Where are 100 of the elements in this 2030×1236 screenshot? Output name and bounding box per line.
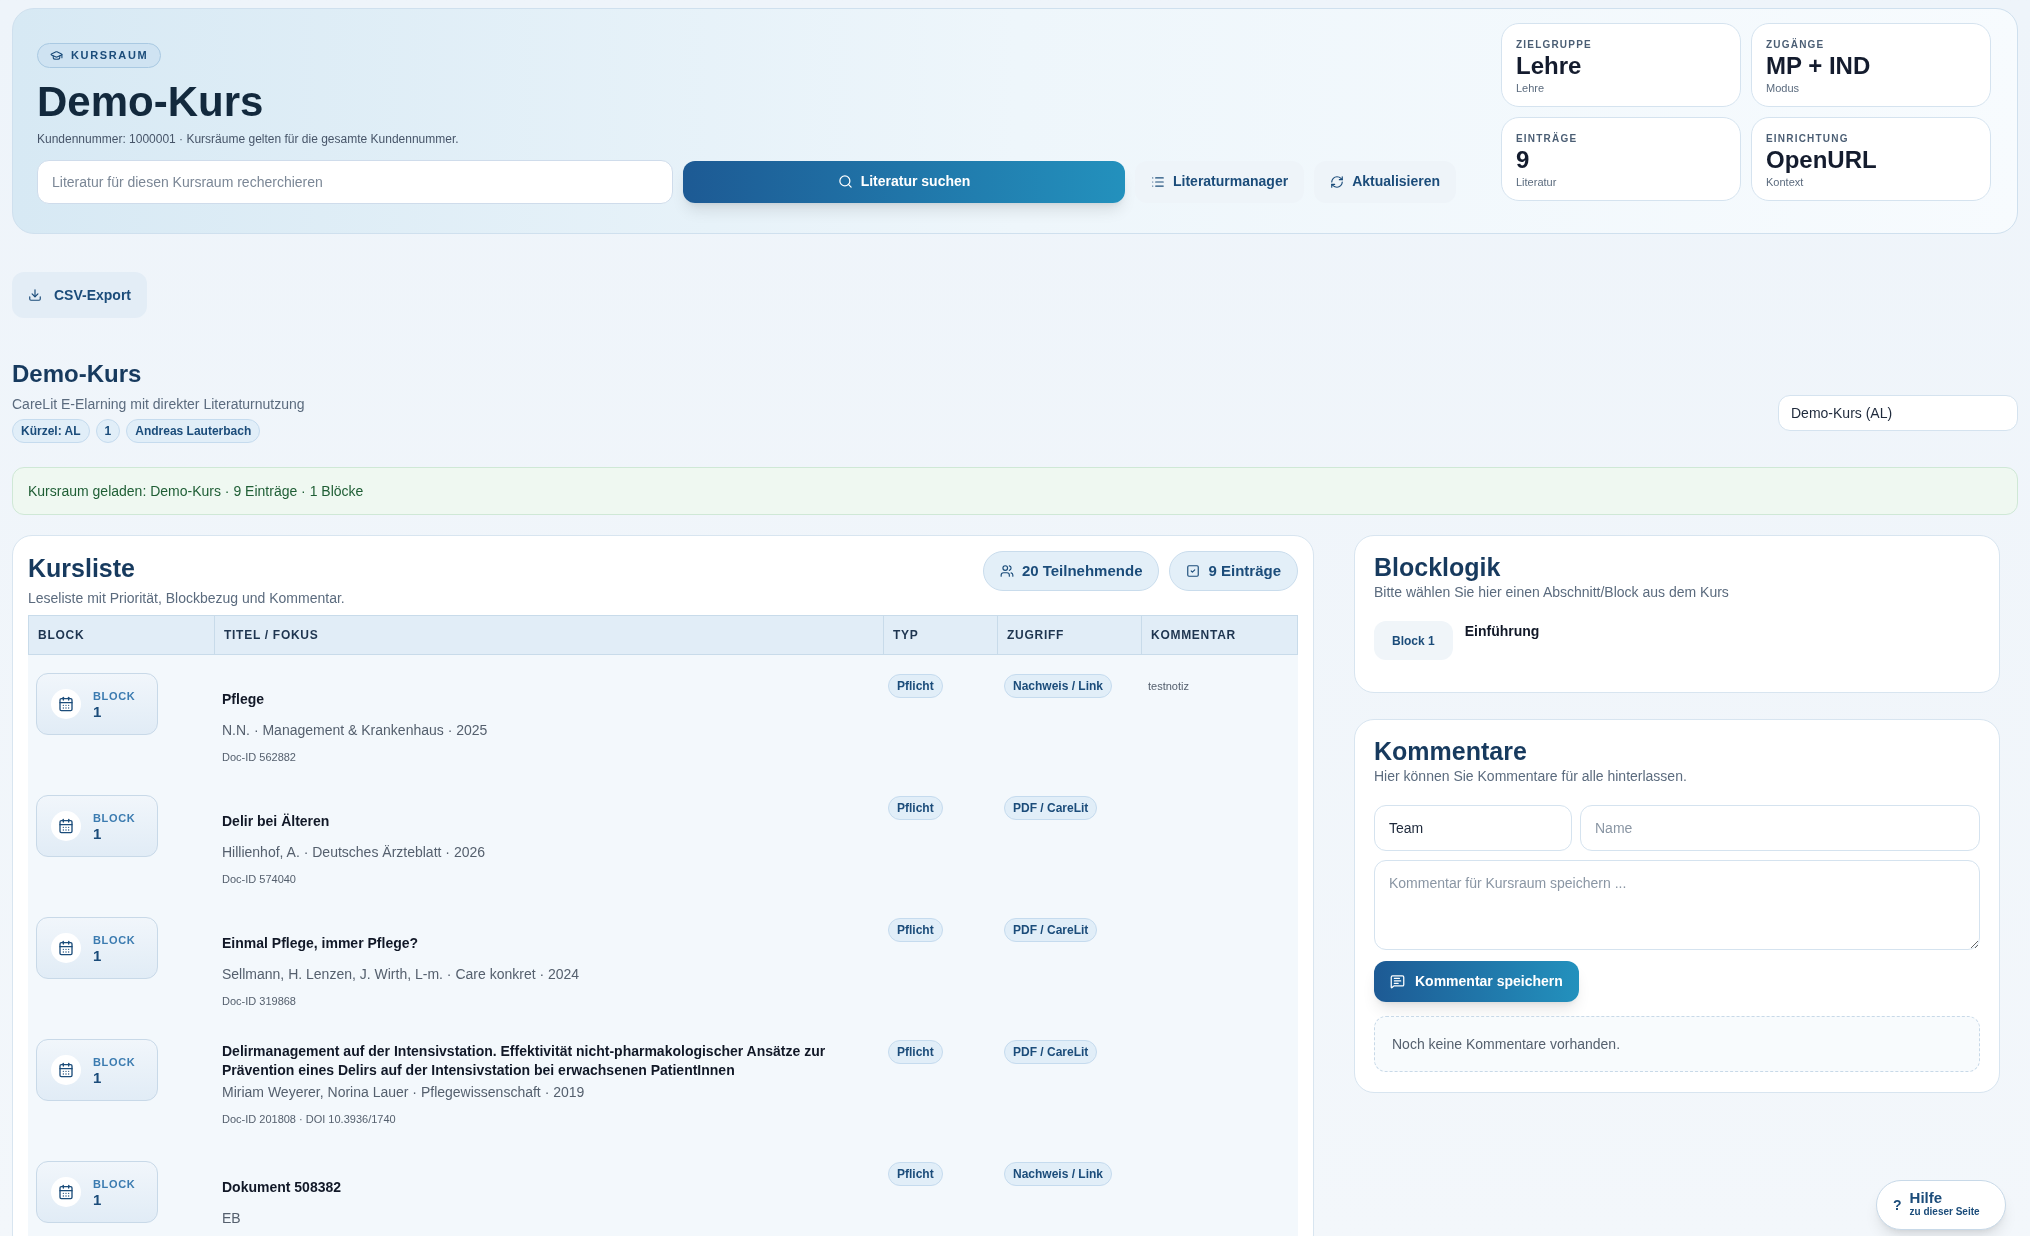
help-title: Hilfe	[1909, 1191, 1943, 1205]
refresh-icon	[1330, 174, 1345, 189]
stat-label: EINTRÄGE	[1516, 131, 1579, 146]
people-icon	[999, 564, 1014, 578]
stat-label: EINRICHTUNG	[1766, 132, 1850, 146]
stat-value: MP + IND	[1766, 52, 1872, 80]
access-tag: PDF / CareLit	[1004, 917, 1098, 942]
team-field[interactable]: Team	[1374, 805, 1572, 851]
course-subtitle: CareLit E-Elarning mit direkter Literaturnutzung	[12, 395, 305, 414]
stat-label: ZUGÄNGE	[1766, 37, 1826, 52]
stat-value: OpenURL	[1766, 146, 1878, 174]
graduation-cap-icon	[50, 48, 63, 62]
checkbox-icon	[1186, 564, 1201, 578]
column-header: ZUGRIFF	[997, 615, 1141, 654]
calendar-icon	[51, 1054, 81, 1085]
search-icon	[837, 174, 853, 189]
calendar-icon	[51, 688, 81, 719]
block-chip[interactable]: BLOCK 1	[36, 672, 158, 735]
entries-count: 9 Einträge	[1169, 551, 1298, 591]
entry-authors: EB	[222, 1208, 242, 1228]
message-icon	[1390, 974, 1405, 989]
type-tag: Pflicht	[888, 1039, 943, 1064]
type-tag: Pflicht	[888, 673, 943, 698]
block-label: BLOCK	[93, 1054, 136, 1070]
csv-export-button[interactable]: CSV-Export	[12, 272, 147, 318]
entry-title: Dokument 508382	[222, 1177, 343, 1197]
entry-title: Pflege	[222, 689, 265, 709]
section-badge: KURSRAUM	[37, 43, 162, 68]
block-label: BLOCK	[93, 688, 136, 704]
block-label: BLOCK	[93, 1176, 136, 1192]
entry-meta: Doc-ID 562882	[222, 749, 297, 765]
block-label: BLOCK	[93, 810, 136, 826]
entry-meta: Doc-ID 319868	[222, 993, 297, 1009]
entry-meta: Doc-ID 574040	[222, 871, 297, 887]
access-tag: PDF / CareLit	[1004, 795, 1098, 820]
help-subtitle: zu dieser Seite	[1909, 1205, 1980, 1219]
entry-title: Delir bei Älteren	[222, 811, 331, 831]
stat-caption: Lehre	[1516, 81, 1546, 96]
page-title: Demo-Kurs	[37, 77, 265, 126]
stat-caption: Literatur	[1516, 175, 1558, 190]
entry-authors: Miriam Weyerer, Norina Lauer · Pflegewissenschaft · 2019	[222, 1082, 586, 1102]
calendar-icon	[51, 810, 81, 841]
entry-title: Delirmanagement auf der Intensivstation. Effektivität nicht-pharmakologischer Ansätze zur Prävention eines Delirs auf der Intensivstation bei erwachsenen PatientInnen	[222, 1041, 827, 1080]
access-tag: Nachweis / Link	[1004, 1161, 1113, 1186]
empty-comments-message: Noch keine Kommentare vorhanden.	[1374, 1016, 1980, 1072]
course-title: Demo-Kurs	[12, 359, 143, 389]
block-chip[interactable]: BLOCK 1	[36, 1160, 158, 1223]
entry-authors: Sellmann, H. Lenzen, J. Wirth, L-m. · Care konkret · 2024	[222, 964, 581, 984]
stat-caption: Kontext	[1766, 175, 1805, 190]
access-tag: Nachweis / Link	[1004, 673, 1113, 698]
access-tag: PDF / CareLit	[1004, 1039, 1098, 1064]
calendar-icon	[51, 932, 81, 963]
column-header: BLOCK	[37, 626, 86, 644]
block-number: 1	[93, 825, 103, 842]
entry-title: Einmal Pflege, immer Pflege?	[222, 933, 420, 953]
block-number: 1	[93, 1069, 103, 1086]
type-tag: Pflicht	[888, 795, 943, 820]
course-tag: Andreas Lauterbach	[126, 419, 261, 443]
customer-note: Kundennummer: 1000001 · Kursräume gelten für die gesamte Kundennummer.	[37, 130, 460, 148]
help-icon: ?	[1893, 1194, 1902, 1216]
card-title: Blocklogik	[1374, 552, 1502, 582]
block-number: 1	[93, 703, 103, 720]
block-tab[interactable]: Block 1	[1374, 621, 1453, 660]
column-header: TITEL / FOKUS	[214, 615, 883, 654]
comment-text: testnotiz	[1148, 679, 1189, 692]
stat-label: ZIELGRUPPE	[1516, 38, 1593, 52]
block-chip[interactable]: BLOCK 1	[36, 1038, 158, 1101]
column-header: KOMMENTAR	[1141, 615, 1297, 654]
refresh-button[interactable]: Aktualisieren	[1314, 160, 1457, 203]
card-title: Kommentare	[1374, 736, 1528, 766]
block-number: 1	[93, 1191, 103, 1208]
course-tag: 1	[95, 419, 121, 443]
stat-caption: Modus	[1766, 81, 1801, 96]
course-tag: Kürzel: AL	[12, 419, 90, 443]
column-header: TYP	[883, 615, 997, 654]
download-icon	[28, 288, 42, 302]
type-tag: Pflicht	[888, 1161, 943, 1186]
comment-field[interactable]: Kommentar für Kursraum speichern ...	[1374, 860, 1980, 950]
entry-authors: Hillienhof, A. · Deutsches Ärzteblatt · 2026	[222, 842, 487, 862]
card-subtitle: Leseliste mit Priorität, Blockbezug und Kommentar.	[28, 588, 345, 608]
list-icon	[1151, 174, 1165, 189]
entry-authors: N.N. · Management & Krankenhaus · 2025	[222, 720, 489, 740]
block-name: Einführung	[1464, 622, 1540, 641]
course-select[interactable]: Demo-Kurs (AL)	[1778, 395, 2018, 431]
stat-value: 9	[1516, 146, 1531, 174]
participants-count: 20 Teilnehmende	[982, 551, 1160, 591]
block-chip[interactable]: BLOCK 1	[36, 794, 158, 857]
block-chip[interactable]: BLOCK 1	[36, 916, 158, 979]
calendar-icon	[51, 1176, 81, 1207]
search-button[interactable]: Literatur suchen	[683, 160, 1125, 203]
type-tag: Pflicht	[888, 917, 943, 942]
save-comment-button[interactable]: Kommentar speichern	[1374, 961, 1579, 1002]
entry-meta: Doc-ID 201808 · DOI 10.3936/1740	[222, 1111, 397, 1127]
name-field[interactable]: Name	[1580, 805, 1980, 851]
search-field[interactable]: Literatur für diesen Kursraum recherchieren	[37, 159, 673, 204]
status-message: Kursraum geladen: Demo-Kurs · 9 Einträge · 1 Blöcke	[12, 467, 2018, 515]
card-title: Kursliste	[28, 553, 136, 584]
block-number: 1	[93, 947, 103, 964]
stat-value: Lehre	[1516, 52, 1583, 80]
block-label: BLOCK	[93, 932, 136, 948]
